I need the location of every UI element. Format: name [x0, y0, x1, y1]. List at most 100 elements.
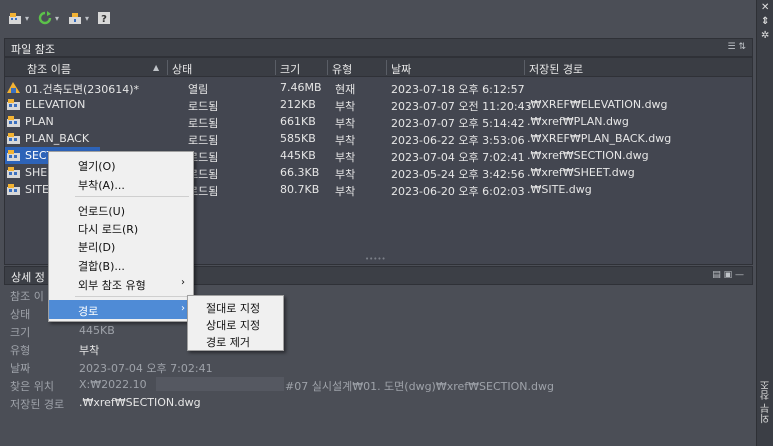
cell-size: 585KB: [280, 132, 316, 145]
menu-item-xref-type[interactable]: 외부 참조 유형 ›: [49, 274, 193, 293]
view-toggle-icon[interactable]: ☰ ⇅: [728, 42, 746, 52]
dwg-master-icon: [7, 82, 20, 93]
reference-name-cell[interactable]: PLAN: [5, 113, 100, 130]
menu-item-bind[interactable]: 결합(B)...: [49, 255, 193, 274]
chevron-down-icon[interactable]: ▾: [85, 14, 89, 23]
auto-hide-icon[interactable]: ⇕: [761, 16, 769, 27]
dwg-xref-icon: [7, 184, 20, 195]
column-reference-name[interactable]: 참조 이름: [27, 61, 71, 77]
detail-label-type: 유형: [10, 344, 31, 357]
detail-value-size: 445KB: [79, 324, 115, 337]
cell-date: 2023-07-04 오후 7:02:41: [391, 151, 525, 164]
cell-size: 661KB: [280, 115, 316, 128]
cell-type: 현재: [335, 83, 356, 96]
menu-item-detach[interactable]: 분리(D): [49, 236, 193, 255]
refresh-button[interactable]: ▾: [38, 9, 59, 27]
chevron-right-icon: ›: [181, 303, 185, 314]
detail-value-found-at-tail: #07 실시설계₩01. 도면(dwg)₩xref₩SECTION.dwg: [285, 380, 554, 393]
detail-label-date: 날짜: [10, 362, 31, 375]
cell-size: 445KB: [280, 149, 316, 162]
menu-item-unload[interactable]: 언로드(U): [49, 200, 193, 219]
dwg-xref-icon: [7, 99, 20, 110]
reference-name: PLAN: [25, 115, 54, 128]
cell-type: 부착: [335, 117, 356, 130]
cell-path: .₩xref₩SHEET.dwg: [527, 166, 635, 179]
menu-item-xref-type-label: 외부 참조 유형: [78, 279, 146, 292]
menu-item-reload[interactable]: 다시 로드(R): [49, 218, 193, 237]
close-icon[interactable]: ✕: [761, 2, 769, 13]
cell-date: 2023-07-18 오후 6:12:57: [391, 83, 525, 96]
menu-separator: [75, 296, 189, 297]
table-row[interactable]: PLAN_BACK 로드됨 585KB 부착 2023-06-22 오후 3:53:06…: [5, 130, 752, 147]
dwg-xref-icon: [7, 116, 20, 127]
cell-path: .₩xref₩PLAN.dwg: [527, 115, 629, 128]
cell-type: 부착: [335, 168, 356, 181]
cell-size: 80.7KB: [280, 183, 320, 196]
cell-status: 로드됨: [188, 117, 219, 130]
detail-label-saved-path: 저장된 경로: [10, 398, 65, 411]
attach-dwg-button[interactable]: ▾: [8, 9, 29, 27]
column-type[interactable]: 유형: [332, 61, 352, 77]
panel-title: 파일 참조: [11, 43, 55, 56]
column-size[interactable]: 크기: [280, 61, 300, 77]
detail-value-found-at: X:₩2022.10: [79, 378, 147, 391]
reference-name: PLAN_BACK: [25, 132, 90, 145]
cell-size: 212KB: [280, 98, 316, 111]
dwg-xref-icon: [7, 150, 20, 161]
menu-item-path-label: 경로: [78, 305, 99, 318]
cell-type: 부착: [335, 185, 356, 198]
reference-name-cell[interactable]: 01.건축도면(230614)*: [5, 79, 165, 96]
table-row[interactable]: PLAN 로드됨 661KB 부착 2023-07-07 오후 5:14:42 .₩xre…: [5, 113, 752, 130]
column-saved-path[interactable]: 저장된 경로: [529, 61, 583, 77]
detail-value-saved-path[interactable]: .₩xref₩SECTION.dwg: [79, 396, 201, 409]
reference-name: 01.건축도면(230614)*: [25, 83, 140, 96]
cell-type: 부착: [335, 134, 356, 147]
sort-ascending-icon: ▲: [153, 63, 160, 72]
details-view-icon[interactable]: ▤ ▣ —: [712, 270, 744, 280]
menu-separator: [75, 196, 189, 197]
detail-label-found-at: 찾은 위치: [10, 380, 54, 393]
reference-name-cell[interactable]: ELEVATION: [5, 96, 100, 113]
column-status[interactable]: 상태: [172, 61, 192, 77]
dwg-xref-icon: [7, 133, 20, 144]
detail-value-date: 2023-07-04 오후 7:02:41: [79, 362, 213, 375]
help-button[interactable]: ?: [97, 9, 111, 27]
cell-status: 로드됨: [188, 134, 219, 147]
palette-title: 외부 참조: [761, 380, 772, 424]
help-icon: ?: [98, 12, 110, 25]
settings-icon[interactable]: ✲: [761, 30, 769, 41]
cell-type: 부착: [335, 100, 356, 113]
column-header: 참조 이름 ▲ 상태 크기 유형 날짜 저장된 경로: [5, 58, 752, 77]
menu-item-open[interactable]: 열기(O): [49, 155, 193, 174]
cell-date: 2023-07-07 오전 11:20:43: [391, 100, 532, 113]
cell-date: 2023-05-24 오후 3:42:56: [391, 168, 525, 181]
cell-type: 부착: [335, 151, 356, 164]
splitter-handle[interactable]: •••••: [365, 255, 386, 263]
chevron-down-icon[interactable]: ▾: [25, 14, 29, 23]
details-title: 상세 정: [11, 271, 45, 284]
detail-value-type[interactable]: 부착: [79, 342, 99, 358]
change-path-icon: [69, 13, 81, 24]
menu-item-path[interactable]: 경로 ›: [49, 300, 193, 319]
cell-path: .₩xref₩SECTION.dwg: [527, 149, 649, 162]
palette-title-strip: ✕ ⇕ ✲ 외부 참조: [756, 0, 773, 446]
change-path-button[interactable]: ▾: [68, 9, 89, 27]
menu-item-attach[interactable]: 부착(A)...: [49, 174, 193, 193]
submenu-item-remove-path[interactable]: 경로 제거: [188, 331, 283, 350]
cell-size: 7.46MB: [280, 81, 322, 94]
detail-label-status: 상태: [10, 308, 31, 321]
reference-name-cell[interactable]: PLAN_BACK: [5, 130, 100, 147]
cell-path: .₩XREF₩PLAN_BACK.dwg: [527, 132, 672, 145]
cell-status: 로드됨: [188, 100, 219, 113]
table-row[interactable]: ELEVATION 로드됨 212KB 부착 2023-07-07 오전 11:20:4…: [5, 96, 752, 113]
context-menu: 열기(O) 부착(A)... 언로드(U) 다시 로드(R) 분리(D) 결합(…: [48, 151, 194, 322]
column-date[interactable]: 날짜: [391, 61, 411, 77]
cell-path: .₩XREF₩ELEVATION.dwg: [527, 98, 668, 111]
reference-name: SITE: [25, 183, 49, 196]
table-row[interactable]: 01.건축도면(230614)* 열림 7.46MB 현재 2023-07-18 오후 …: [5, 79, 752, 96]
redacted-path-block: [156, 377, 284, 391]
cell-date: 2023-06-20 오후 6:02:03: [391, 185, 525, 198]
path-submenu: 절대로 지정 상대로 지정 경로 제거: [187, 295, 284, 351]
chevron-down-icon[interactable]: ▾: [55, 14, 59, 23]
attach-icon: [9, 13, 21, 24]
